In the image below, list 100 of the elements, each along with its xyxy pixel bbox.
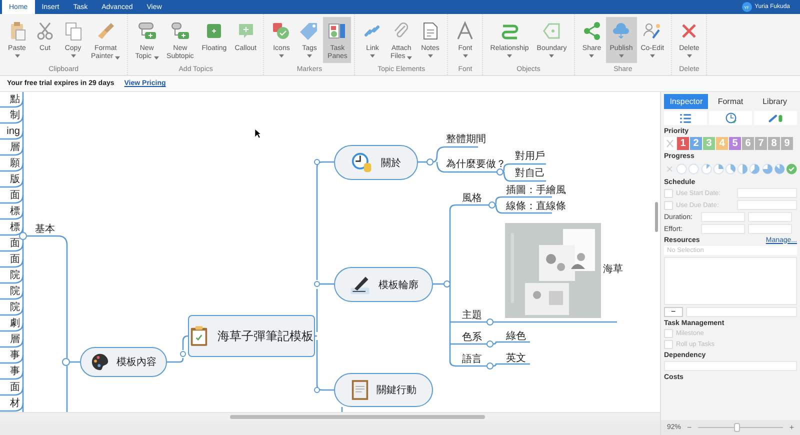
topic-label[interactable]: 海草 [603, 264, 623, 276]
effort-field[interactable] [701, 224, 745, 234]
topic-label[interactable]: 願 [10, 158, 20, 170]
remove-button[interactable]: − [664, 307, 683, 317]
topic-label[interactable]: 事 [10, 366, 20, 378]
topic-label[interactable]: 整體期間 [446, 134, 486, 146]
share-icon [582, 21, 602, 41]
topic-label[interactable]: 院 [10, 270, 20, 282]
properties-tab[interactable] [664, 111, 707, 125]
tag-icon [299, 21, 320, 41]
topic-node[interactable]: 模板內容 [80, 347, 167, 377]
collapse-handle[interactable] [314, 387, 320, 393]
collapse-handle[interactable] [19, 232, 27, 240]
zoom-out-button[interactable]: − [687, 423, 692, 432]
topic-label[interactable]: 色系 [462, 332, 482, 344]
topic-label[interactable]: 線條：直線條 [506, 201, 566, 213]
inspector-tab[interactable]: Inspector [664, 94, 708, 109]
topic-label[interactable]: 風格 [462, 193, 482, 205]
topic-label[interactable]: 院 [10, 286, 20, 298]
topic-label[interactable]: 院 [10, 302, 20, 314]
collapse-handle[interactable] [180, 351, 186, 357]
collapse-handle[interactable] [314, 281, 320, 287]
scroll-thumb[interactable] [655, 202, 658, 232]
connector-line [433, 283, 444, 285]
topic-node[interactable]: 關鍵行動 [334, 373, 433, 407]
progress-icon[interactable] [700, 162, 712, 176]
topic-label[interactable]: 面 [10, 382, 20, 394]
central-topic[interactable]: 海草子彈筆記模板 [188, 315, 315, 357]
collapse-handle[interactable] [444, 280, 450, 288]
topic-label[interactable]: 層 [10, 334, 20, 346]
topic-label[interactable]: 面 [10, 238, 20, 250]
topic-label[interactable]: 層 [10, 142, 20, 154]
topic-label[interactable]: 標 [10, 222, 20, 234]
resource-list[interactable] [664, 257, 797, 305]
unit-field[interactable] [748, 212, 792, 222]
topic-label[interactable]: 劇 [10, 318, 20, 330]
task-panes-icon [327, 21, 348, 41]
resource-field[interactable] [686, 307, 797, 317]
topic-label[interactable]: 英文 [506, 353, 526, 365]
copy-icon [63, 21, 83, 41]
progress-icon[interactable] [774, 162, 785, 176]
collapse-handle[interactable] [496, 168, 504, 176]
date-field[interactable] [737, 188, 797, 198]
priority-option[interactable]: 1 [677, 137, 689, 150]
collapse-handle[interactable] [426, 158, 434, 166]
topic-label[interactable]: 制 [10, 110, 20, 122]
topic-label[interactable]: ing [6, 126, 20, 138]
checkbox[interactable] [664, 329, 673, 338]
progress-icon[interactable] [676, 162, 688, 176]
collapse-handle[interactable] [488, 202, 496, 208]
topic-label[interactable]: 對用戶 [515, 151, 545, 163]
topic-label[interactable]: 插圖：手繪風 [506, 185, 566, 197]
co-edit-icon [642, 21, 662, 41]
connector-line [316, 340, 334, 391]
progress-icon[interactable] [688, 162, 700, 176]
duration-field[interactable] [701, 212, 745, 222]
connector-line [432, 146, 498, 173]
progress-icon[interactable] [786, 162, 798, 176]
progress-icon[interactable] [712, 162, 724, 176]
checkbox[interactable] [664, 200, 673, 210]
topic-label[interactable]: 標 [10, 206, 20, 218]
topic-label[interactable]: 為什麼要做？ [446, 159, 506, 171]
topic-node[interactable]: 關於 [334, 145, 418, 180]
connector-line [492, 341, 530, 345]
topic-label[interactable]: 對自己 [515, 168, 545, 180]
topic-label[interactable]: 主題 [462, 310, 482, 322]
zoom-in-button[interactable]: + [789, 423, 794, 432]
dependency-field[interactable] [664, 361, 797, 371]
topic-label[interactable]: 面 [10, 254, 20, 266]
links-tab[interactable] [754, 111, 797, 125]
slider-thumb[interactable] [734, 423, 740, 432]
collapse-handle[interactable] [314, 159, 320, 165]
topic-label[interactable]: 面 [10, 190, 20, 202]
topic-node[interactable]: 模板輪廓 [334, 267, 433, 302]
task-tab[interactable] [709, 111, 752, 125]
boundary-icon [542, 21, 562, 41]
topic-label[interactable]: 綠色 [506, 331, 526, 343]
clipboard-icon [190, 325, 208, 347]
topic-label[interactable]: 語言 [462, 354, 482, 366]
topic-label[interactable]: 版 [10, 174, 20, 186]
scroll-thumb[interactable] [230, 415, 485, 419]
connector-line [70, 361, 80, 363]
checkbox[interactable] [664, 340, 673, 349]
collapse-handle[interactable] [486, 318, 494, 326]
collapse-handle[interactable] [62, 358, 70, 366]
progress-icon[interactable] [737, 162, 748, 176]
collapse-handle[interactable] [486, 362, 494, 370]
inspector-tab[interactable]: Format [708, 94, 753, 109]
date-field[interactable] [737, 200, 797, 210]
topic-label[interactable]: 事 [10, 350, 20, 362]
progress-icon[interactable] [724, 162, 736, 176]
no-priority-icon[interactable] [664, 137, 676, 150]
unit-field[interactable] [748, 224, 792, 234]
topic-label[interactable]: 基本 [35, 224, 55, 236]
topic-label[interactable]: 點 [10, 94, 20, 106]
inspector-tab[interactable]: Library [752, 94, 797, 109]
collapse-handle[interactable] [486, 340, 494, 348]
checkbox[interactable] [664, 188, 673, 198]
progress-icon[interactable] [762, 162, 773, 176]
topic-label[interactable]: 材 [10, 398, 20, 410]
